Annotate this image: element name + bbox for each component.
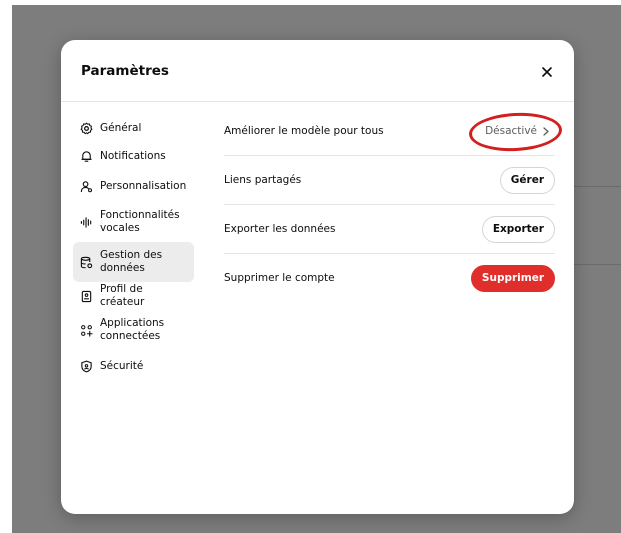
bell-icon bbox=[79, 149, 93, 163]
sidebar-item-label: Applications connectées bbox=[100, 317, 165, 342]
dialog-title: Paramètres bbox=[81, 63, 169, 79]
setting-label: Améliorer le modèle pour tous bbox=[224, 125, 384, 137]
database-icon bbox=[79, 255, 93, 269]
waveform-icon bbox=[79, 215, 93, 229]
export-data-button[interactable]: Exporter bbox=[481, 215, 555, 243]
apps-grid-icon bbox=[79, 323, 93, 337]
chevron-right-icon bbox=[543, 126, 549, 136]
sidebar-item-builder-profile[interactable]: Profil de créateur bbox=[73, 282, 194, 310]
sidebar-item-connected-apps[interactable]: Applications connectées bbox=[73, 310, 194, 350]
sidebar-item-data-controls[interactable]: Gestion des données bbox=[73, 242, 194, 282]
close-icon bbox=[542, 67, 552, 77]
sidebar-item-label: Fonctionnalités vocales bbox=[100, 209, 180, 234]
setting-row-shared-links: Liens partagés Gérer bbox=[224, 156, 555, 205]
sidebar-item-voice[interactable]: Fonctionnalités vocales bbox=[73, 202, 194, 242]
setting-row-export-data: Exporter les données Exporter bbox=[224, 205, 555, 254]
sidebar-item-security[interactable]: Sécurité bbox=[73, 350, 194, 382]
sidebar-item-label: Sécurité bbox=[100, 359, 144, 372]
manage-shared-links-button[interactable]: Gérer bbox=[499, 166, 555, 194]
person-icon bbox=[79, 179, 93, 193]
setting-row-delete-account: Supprimer le compte Supprimer bbox=[224, 254, 555, 302]
setting-label: Supprimer le compte bbox=[224, 272, 335, 284]
sidebar-item-notifications[interactable]: Notifications bbox=[73, 142, 194, 170]
header-divider bbox=[61, 101, 574, 102]
improve-model-toggle-button[interactable]: Désactivé bbox=[479, 117, 555, 145]
sidebar-item-label: Gestion des données bbox=[100, 249, 163, 274]
setting-label: Liens partagés bbox=[224, 174, 302, 186]
sidebar-item-personalisation[interactable]: Personnalisation bbox=[73, 170, 194, 202]
badge-icon bbox=[79, 289, 93, 303]
sidebar-item-general[interactable]: Général bbox=[73, 114, 194, 142]
gear-icon bbox=[79, 121, 93, 135]
background-divider bbox=[574, 264, 621, 265]
setting-label: Exporter les données bbox=[224, 223, 336, 235]
sidebar-item-label: Notifications bbox=[100, 149, 166, 162]
settings-sidebar: Général Notifications Personnalisation F… bbox=[73, 114, 194, 382]
shield-icon bbox=[79, 359, 93, 373]
setting-row-improve-model: Améliorer le modèle pour tous Désactivé bbox=[224, 107, 563, 156]
sidebar-item-label: Personnalisation bbox=[100, 179, 187, 192]
delete-account-button[interactable]: Supprimer bbox=[470, 264, 555, 292]
sidebar-item-label: Général bbox=[100, 121, 142, 134]
background-divider bbox=[574, 186, 621, 187]
data-controls-panel: Améliorer le modèle pour tous Désactivé … bbox=[224, 107, 563, 302]
sidebar-item-label: Profil de créateur bbox=[100, 283, 145, 308]
settings-dialog: Paramètres Général Notifications Personn… bbox=[61, 40, 574, 514]
close-button[interactable] bbox=[537, 62, 557, 82]
toggle-status: Désactivé bbox=[485, 125, 537, 137]
